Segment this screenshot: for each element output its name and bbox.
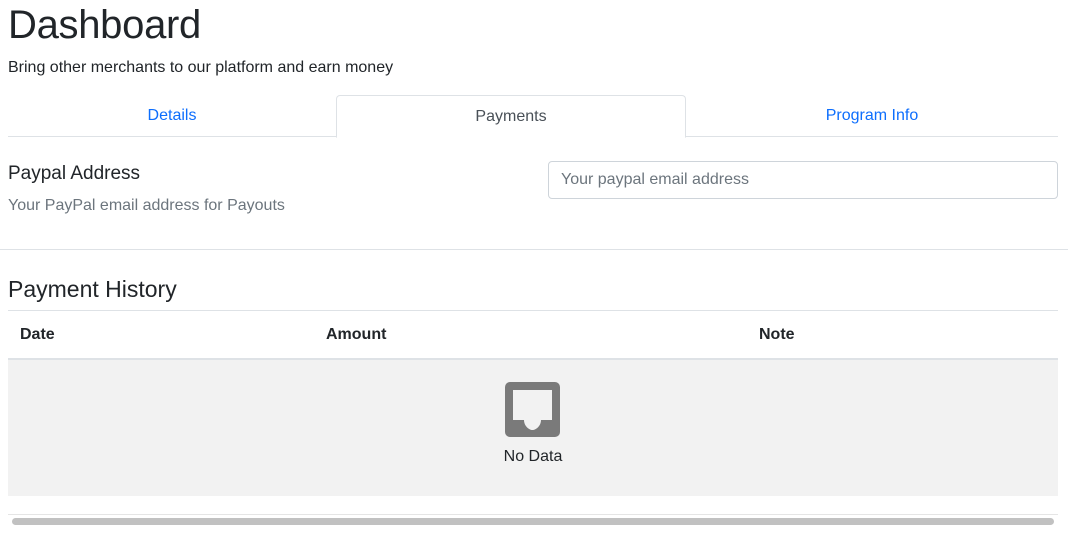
table-header: Date Amount Note <box>8 310 1058 360</box>
column-header-note[interactable]: Note <box>759 311 795 359</box>
inbox-icon <box>505 382 560 437</box>
column-header-amount[interactable]: Amount <box>326 311 386 359</box>
paypal-address-description: Your PayPal email address for Payouts <box>8 197 285 214</box>
tab-program-info[interactable]: Program Info <box>686 95 1058 137</box>
column-header-date[interactable]: Date <box>20 311 55 359</box>
page-subtitle: Bring other merchants to our platform an… <box>8 59 394 76</box>
tab-details[interactable]: Details <box>8 95 336 137</box>
payment-history-table: Date Amount Note No Data <box>8 310 1058 496</box>
paypal-email-input[interactable] <box>548 161 1058 199</box>
tab-bar: Details Payments Program Info <box>8 95 1058 138</box>
payment-history-heading: Payment History <box>8 276 177 302</box>
scrollbar-thumb[interactable] <box>12 518 1054 525</box>
page-title: Dashboard <box>8 3 201 47</box>
empty-state-text: No Data <box>503 448 563 465</box>
horizontal-scrollbar[interactable] <box>8 514 1058 527</box>
section-divider <box>0 249 1068 250</box>
paypal-address-heading: Paypal Address <box>8 163 141 184</box>
empty-state: No Data <box>8 360 1058 496</box>
tab-payments[interactable]: Payments <box>336 95 686 138</box>
